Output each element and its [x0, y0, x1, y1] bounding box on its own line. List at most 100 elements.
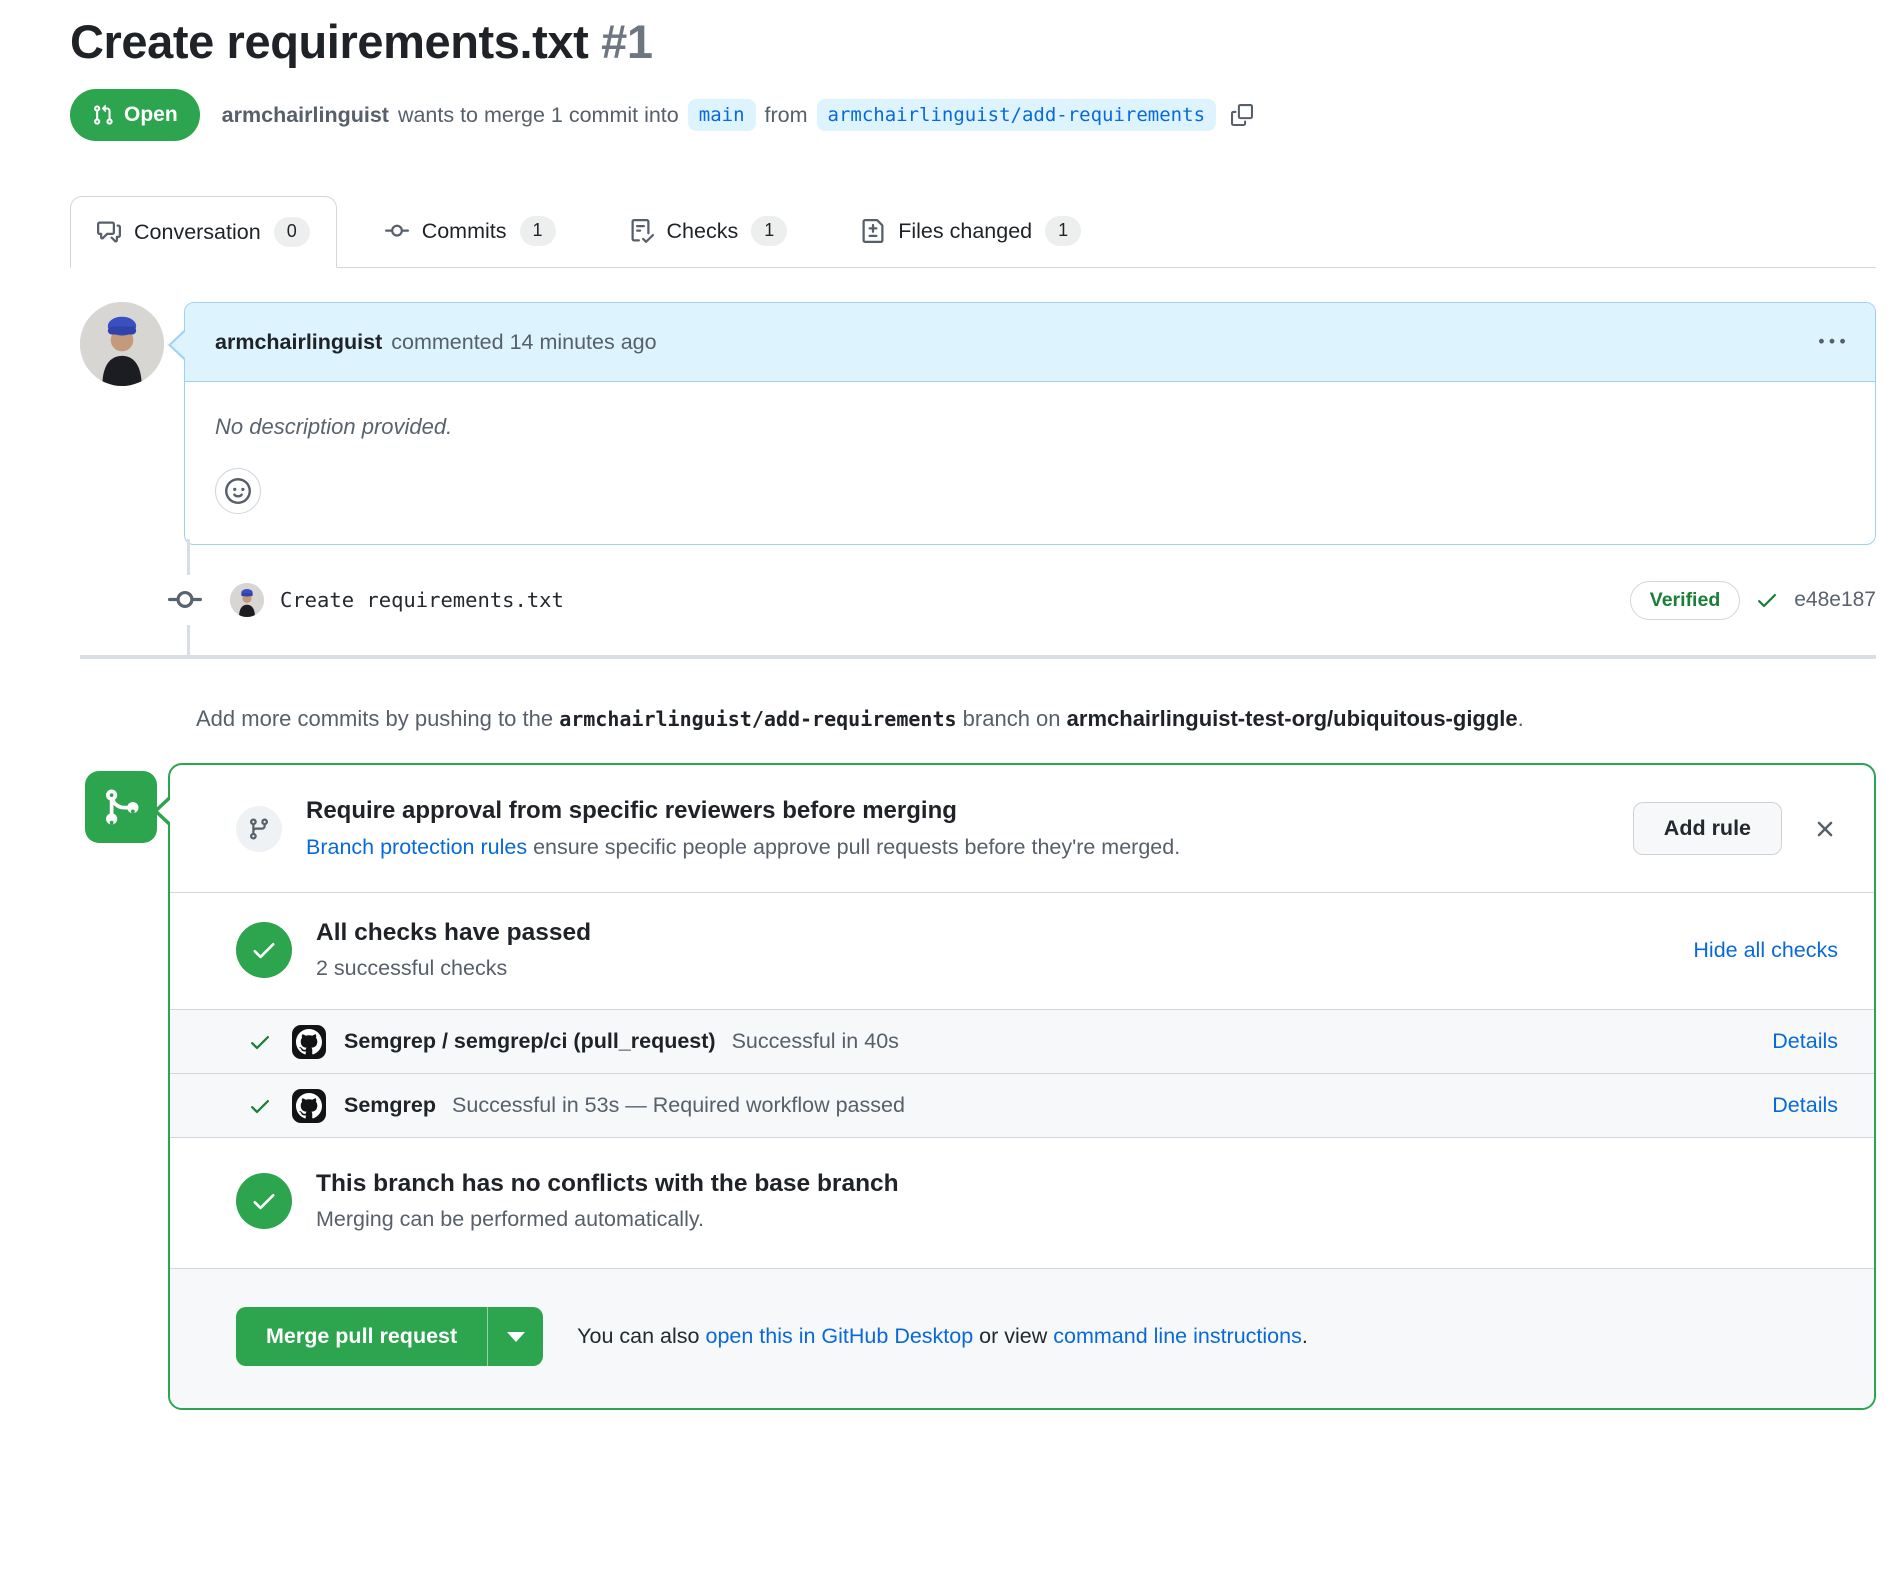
pr-summary-text: wants to merge 1 commit into	[398, 103, 679, 128]
comment-timestamp: commented 14 minutes ago	[391, 330, 656, 355]
pr-summary-from: from	[765, 103, 808, 128]
merge-note-prefix: You can also	[577, 1324, 699, 1348]
git-commit-icon	[385, 219, 409, 243]
tab-files-changed-label: Files changed	[898, 219, 1032, 244]
conflicts-title: This branch has no conflicts with the ba…	[316, 1170, 899, 1198]
commit-entry: Create requirements.txt Verified e48e187	[70, 545, 1876, 655]
git-pull-request-icon	[92, 104, 114, 126]
tab-checks[interactable]: Checks 1	[604, 195, 814, 267]
comment-author[interactable]: armchairlinguist	[215, 330, 382, 355]
push-note: Add more commits by pushing to the armch…	[196, 699, 1796, 739]
tab-checks-label: Checks	[667, 219, 739, 244]
comment: armchairlinguist commented 14 minutes ag…	[80, 302, 1876, 545]
git-branch-icon	[236, 806, 282, 852]
checks-summary-section: All checks have passed 2 successful chec…	[170, 893, 1874, 1009]
push-note-branch: armchairlinguist/add-requirements	[559, 707, 956, 731]
commit-sha[interactable]: e48e187	[1794, 588, 1876, 612]
pr-meta-row: Open armchairlinguist wants to merge 1 c…	[70, 89, 1876, 141]
comment-header: armchairlinguist commented 14 minutes ag…	[185, 303, 1875, 382]
github-logo-icon	[292, 1025, 326, 1059]
tab-checks-count: 1	[751, 216, 787, 246]
check-name: Semgrep	[344, 1093, 436, 1118]
comment-footer	[185, 440, 1875, 544]
push-note-middle: branch on	[963, 706, 1061, 731]
checks-summary-subtitle: 2 successful checks	[316, 956, 591, 981]
branch-protection-rules-link[interactable]: Branch protection rules	[306, 835, 527, 859]
close-icon[interactable]	[1812, 816, 1838, 842]
checks-summary-title: All checks have passed	[316, 919, 591, 947]
tab-conversation-label: Conversation	[134, 220, 261, 245]
merge-note-suffix: .	[1302, 1324, 1308, 1348]
merge-status-area: Require approval from specific reviewers…	[70, 763, 1876, 1410]
pr-timeline: armchairlinguist commented 14 minutes ag…	[70, 302, 1876, 1410]
kebab-horizontal-icon[interactable]	[1819, 329, 1845, 355]
commit-meta: Verified e48e187	[1630, 581, 1876, 620]
tab-conversation[interactable]: Conversation 0	[70, 196, 337, 268]
push-note-prefix: Add more commits by pushing to the	[196, 706, 553, 731]
push-note-suffix: .	[1518, 706, 1524, 731]
file-diff-icon	[861, 219, 885, 243]
merge-footer: Merge pull request You can also open thi…	[170, 1268, 1874, 1408]
status-badge-label: Open	[124, 103, 178, 127]
check-row: Semgrep Successful in 53s — Required wor…	[170, 1073, 1874, 1137]
merge-pull-request-button[interactable]: Merge pull request	[236, 1307, 543, 1366]
branch-protection-description: Branch protection rules ensure specific …	[306, 835, 1180, 860]
pr-title-text: Create requirements.txt	[70, 15, 588, 68]
details-link[interactable]: Details	[1772, 1093, 1838, 1118]
check-circle-icon	[236, 922, 292, 978]
github-desktop-link[interactable]: open this in GitHub Desktop	[705, 1324, 973, 1348]
check-status: Successful in 53s — Required workflow pa…	[452, 1093, 905, 1118]
hide-all-checks-link[interactable]: Hide all checks	[1693, 938, 1838, 963]
merge-alternatives-note: You can also open this in GitHub Desktop…	[577, 1324, 1308, 1349]
pull-request-page: Create requirements.txt #1 Open armchair…	[0, 14, 1894, 1410]
commit-author-avatar[interactable]	[230, 583, 264, 617]
head-branch-label[interactable]: armchairlinguist/add-requirements	[817, 99, 1217, 131]
merge-options-dropdown[interactable]	[487, 1307, 543, 1366]
tab-commits-count: 1	[520, 216, 556, 246]
add-reaction-button[interactable]	[215, 468, 261, 514]
check-row: Semgrep / semgrep/ci (pull_request) Succ…	[170, 1009, 1874, 1073]
check-icon	[248, 1030, 272, 1054]
tab-commits[interactable]: Commits 1	[359, 195, 582, 267]
tab-files-changed[interactable]: Files changed 1	[835, 195, 1107, 267]
conflicts-section: This branch has no conflicts with the ba…	[170, 1137, 1874, 1268]
comment-bubble: armchairlinguist commented 14 minutes ag…	[184, 302, 1876, 545]
branch-protection-section: Require approval from specific reviewers…	[170, 765, 1874, 893]
branch-protection-title: Require approval from specific reviewers…	[306, 797, 1180, 825]
tab-commits-label: Commits	[422, 219, 507, 244]
smiley-icon	[225, 478, 251, 504]
add-rule-button[interactable]: Add rule	[1633, 802, 1782, 855]
base-branch-label[interactable]: main	[688, 99, 756, 131]
push-note-repo: armchairlinguist-test-org/ubiquitous-gig…	[1067, 706, 1518, 731]
check-icon	[248, 1094, 272, 1118]
merge-pull-request-label: Merge pull request	[236, 1307, 487, 1366]
status-badge: Open	[70, 89, 200, 141]
branch-protection-description-text: ensure specific people approve pull requ…	[533, 835, 1180, 859]
pr-summary: armchairlinguist wants to merge 1 commit…	[222, 99, 1253, 131]
github-logo-icon	[292, 1089, 326, 1123]
page-title: Create requirements.txt #1	[70, 14, 1876, 69]
check-status: Successful in 40s	[732, 1029, 899, 1054]
git-commit-icon	[164, 575, 206, 625]
commit-message[interactable]: Create requirements.txt	[280, 588, 564, 612]
check-circle-icon	[236, 1173, 292, 1229]
merge-box: Require approval from specific reviewers…	[168, 763, 1876, 1410]
conflicts-text: This branch has no conflicts with the ba…	[316, 1170, 899, 1232]
verified-badge[interactable]: Verified	[1630, 581, 1740, 620]
command-line-instructions-link[interactable]: command line instructions	[1053, 1324, 1302, 1348]
copy-branch-icon[interactable]	[1231, 104, 1253, 126]
details-link[interactable]: Details	[1772, 1029, 1838, 1054]
branch-protection-text: Require approval from specific reviewers…	[306, 797, 1180, 860]
check-name: Semgrep / semgrep/ci (pull_request)	[344, 1029, 716, 1054]
pr-tabs: Conversation 0 Commits 1 Checks 1 Files …	[70, 195, 1876, 268]
author-avatar[interactable]	[80, 302, 164, 386]
checklist-icon	[630, 219, 654, 243]
check-icon	[1755, 588, 1779, 612]
merge-note-middle: or view	[979, 1324, 1047, 1348]
comment-discussion-icon	[97, 220, 121, 244]
checks-summary-text: All checks have passed 2 successful chec…	[316, 919, 591, 981]
conflicts-subtitle: Merging can be performed automatically.	[316, 1207, 899, 1232]
comment-body: No description provided.	[185, 382, 1875, 440]
pr-author[interactable]: armchairlinguist	[222, 103, 389, 128]
tab-conversation-count: 0	[274, 217, 310, 247]
